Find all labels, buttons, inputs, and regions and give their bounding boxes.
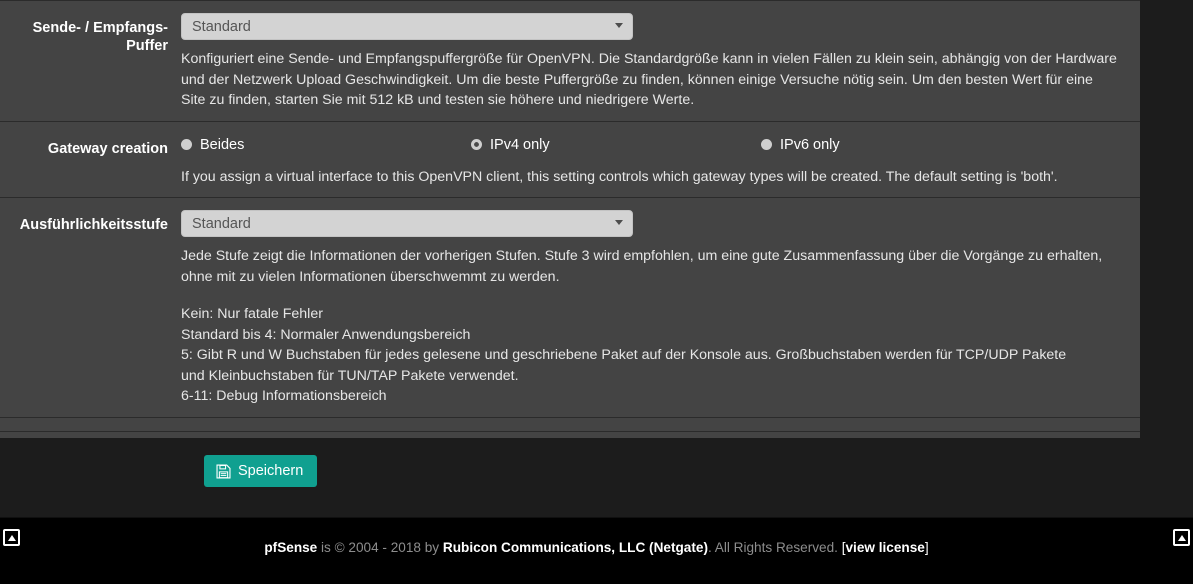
verbosity-level-select[interactable]: Standard [181,210,633,237]
radio-indicator-ipv6-only [761,139,772,150]
gateway-creation-radio-group: Beides IPv4 only IPv6 only [181,134,1124,153]
radio-gateway-ipv4-only[interactable]: IPv4 only [471,137,761,153]
form-actions: Speichern [0,438,1193,518]
help-text-gateway-creation: If you assign a virtual interface to thi… [181,168,1058,185]
label-send-receive-buffer: Sende- / Empfangs- Puffer [32,20,168,54]
radio-label-ipv6-only: IPv6 only [780,136,840,153]
footer-rights: . All Rights Reserved. [707,540,842,555]
radio-indicator-both [181,139,192,150]
panel-spacer-row-1 [0,417,1140,432]
radio-gateway-ipv6-only[interactable]: IPv6 only [761,137,840,153]
radio-label-ipv4-only: IPv4 only [490,136,550,153]
footer-bracket-close: ] [924,540,929,555]
radio-indicator-ipv4-only [471,139,482,150]
footer-company: Rubicon Communications, LLC (Netgate) [442,540,708,555]
save-button[interactable]: Speichern [204,455,318,487]
chevron-down-icon [615,220,623,225]
label-verbosity-level: Ausführlichkeitsstufe [19,217,168,233]
view-license-link[interactable]: view license [845,540,924,555]
help-text-verbosity-levels-list: Kein: Nur fatale Fehler Standard bis 4: N… [181,306,1067,404]
help-text-send-receive-buffer: Konfiguriert eine Sende- und Empfangspuf… [181,51,1117,108]
chevron-down-icon [615,23,623,28]
footer-copyright: pfSense is © 2004 - 2018 by Rubicon Comm… [0,539,1193,557]
radio-gateway-both[interactable]: Beides [181,137,471,153]
send-receive-buffer-select-value: Standard [192,19,251,35]
help-text-verbosity-level: Jede Stufe zeigt die Informationen der v… [181,248,1103,285]
settings-panel: Sende- / Empfangs- Puffer Standard Konfig… [0,0,1140,457]
label-gateway-creation: Gateway creation [47,140,168,157]
scroll-to-top-button-right[interactable] [1173,529,1190,546]
form-row-send-receive-buffer: Sende- / Empfangs- Puffer Standard Konfig… [0,1,1140,122]
send-receive-buffer-select[interactable]: Standard [181,13,633,40]
form-row-verbosity-level: Ausführlichkeitsstufe Standard Jede Stuf… [0,198,1140,418]
page-footer: pfSense is © 2004 - 2018 by Rubicon Comm… [0,517,1193,584]
save-button-label: Speichern [238,463,304,479]
footer-copy-mid: is © 2004 - 2018 by [317,540,443,555]
floppy-disk-icon [216,463,231,479]
form-row-gateway-creation: Gateway creation Beides IPv4 only IPv6 o… [0,121,1140,198]
verbosity-level-select-value: Standard [192,216,251,232]
footer-brand: pfSense [264,540,318,555]
scroll-to-top-icon [1177,534,1186,541]
pfsense-openvpn-client-settings-page: Sende- / Empfangs- Puffer Standard Konfig… [0,0,1193,584]
radio-label-both: Beides [200,136,245,153]
